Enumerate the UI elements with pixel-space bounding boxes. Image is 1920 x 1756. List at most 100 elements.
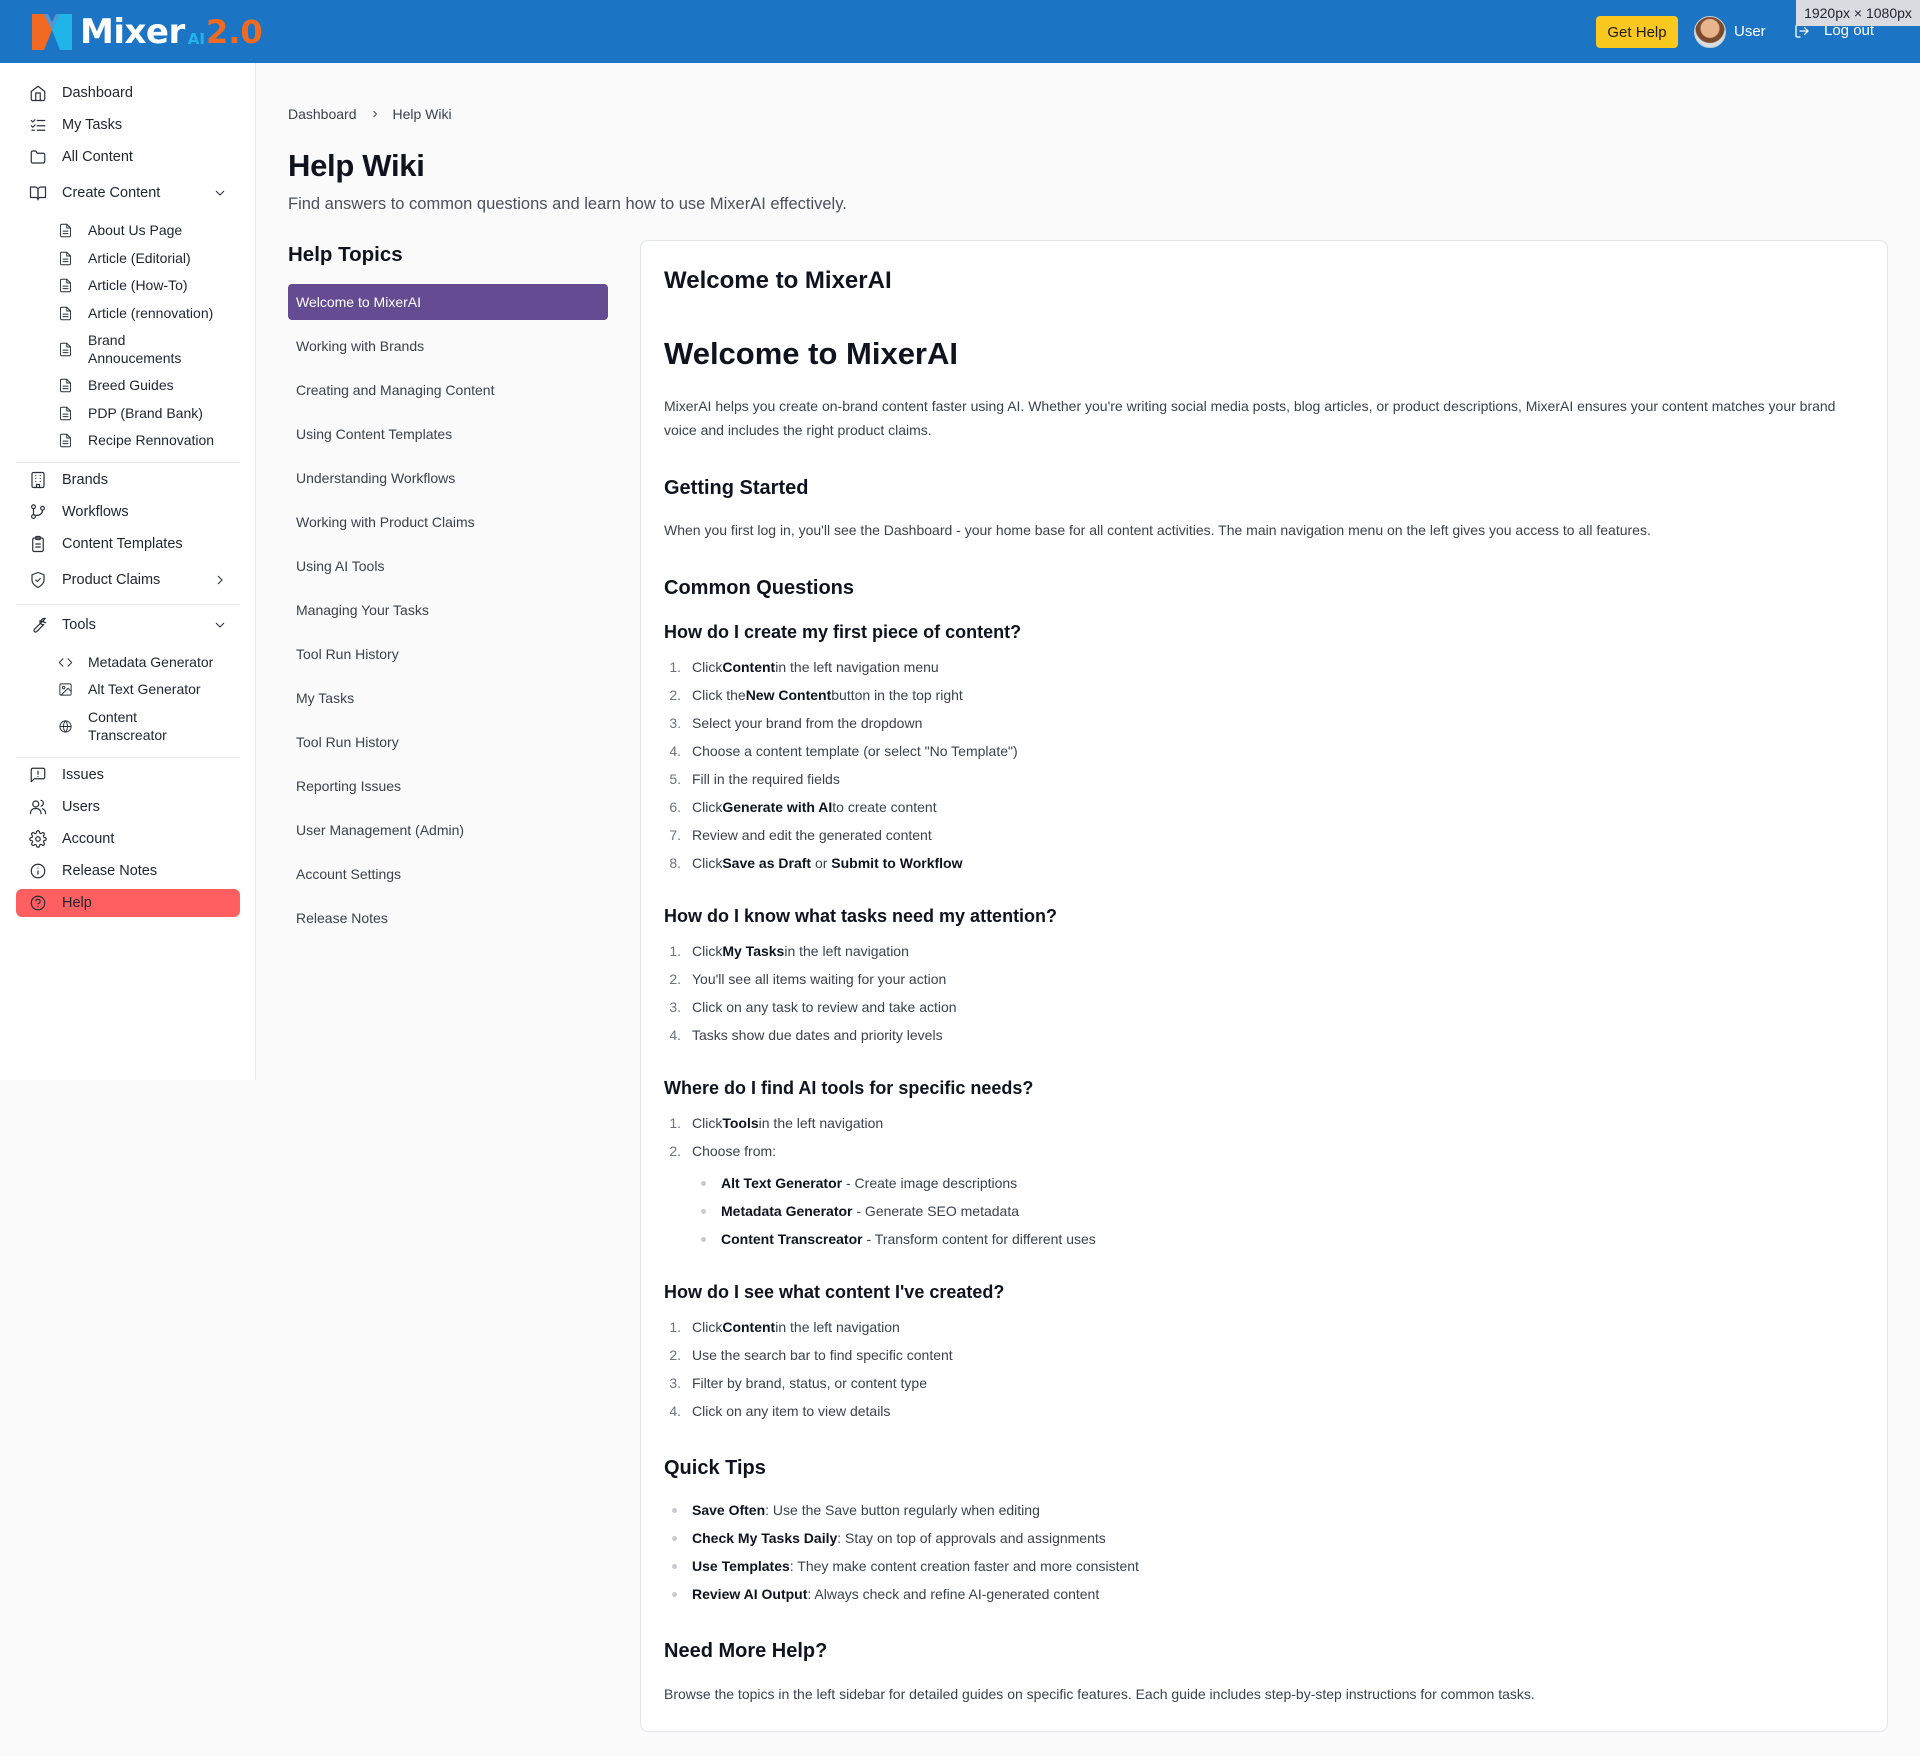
user-name[interactable]: User — [1734, 23, 1766, 40]
page-title: Help Wiki — [288, 148, 425, 183]
logo-text: Mixer — [80, 12, 185, 52]
file-text-icon — [60, 378, 71, 393]
create-content-item[interactable]: Brand Annoucements — [58, 332, 198, 367]
image-icon — [59, 683, 72, 696]
sidebar-item-label: Help — [62, 895, 92, 911]
sidebar-item-issues[interactable]: Issues — [16, 761, 240, 789]
breadcrumb: Dashboard Help Wiki — [288, 106, 452, 122]
create-content-item[interactable]: Article (rennovation) — [58, 305, 238, 323]
list-item: 4. Click on any item to view details — [669, 1403, 891, 1419]
sub-item-label: About Us Page — [88, 222, 183, 238]
more-help-heading: Need More Help? — [664, 1640, 828, 1662]
topic-item[interactable]: Understanding Workflows — [288, 460, 608, 496]
topic-item[interactable]: Using Content Templates — [288, 416, 608, 452]
help-topics-title: Help Topics — [288, 243, 403, 266]
sidebar-item-content-templates[interactable]: Content Templates — [16, 530, 240, 558]
sidebar-item-label: Content Templates — [62, 536, 183, 552]
sidebar-item-release-notes[interactable]: Release Notes — [16, 857, 240, 885]
tools-item-alt-text-generator[interactable]: Alt Text Generator — [58, 681, 238, 699]
building-icon — [31, 471, 45, 489]
list-item: 1. Click Content in the left navigation — [669, 1319, 900, 1335]
list-item: 4. Tasks show due dates and priority leve… — [669, 1027, 943, 1043]
topic-item[interactable]: Managing Your Tasks — [288, 592, 608, 628]
sidebar-item-workflows[interactable]: Workflows — [16, 498, 240, 526]
message-alert-icon — [30, 767, 46, 783]
topic-item[interactable]: Creating and Managing Content — [288, 372, 608, 408]
sidebar-item-account[interactable]: Account — [16, 825, 240, 853]
list-item: Alt Text Generator - Create image descri… — [692, 1173, 1017, 1193]
topic-item[interactable]: Tool Run History — [288, 636, 608, 672]
topic-item[interactable]: User Management (Admin) — [288, 812, 608, 848]
topic-item[interactable]: Working with Product Claims — [288, 504, 608, 540]
sidebar-item-users[interactable]: Users — [16, 793, 240, 821]
list-item: 3. Filter by brand, status, or content ty… — [669, 1375, 928, 1391]
create-content-item[interactable]: Article (How-To) — [58, 277, 238, 295]
topic-item[interactable]: Using AI Tools — [288, 548, 608, 584]
create-content-item[interactable]: Breed Guides — [58, 377, 238, 395]
sidebar-item-label: Users — [62, 799, 100, 815]
app-logo[interactable]: Mixer AI 2.0 — [30, 10, 263, 54]
list-item: 2. Click the New Content button in the to… — [669, 687, 963, 703]
topic-item[interactable]: Tool Run History — [288, 724, 608, 760]
list-item: 3. Select your brand from the dropdown — [669, 715, 923, 731]
list-item: 7. Review and edit the generated content — [669, 827, 932, 843]
sidebar-divider — [16, 604, 240, 605]
sidebar-item-create-content[interactable]: Create Content — [16, 179, 240, 207]
breadcrumb-dashboard[interactable]: Dashboard — [288, 106, 357, 122]
topic-item[interactable]: Working with Brands — [288, 328, 608, 364]
list-item: 4. Choose a content template (or select "… — [669, 743, 1018, 759]
info-icon — [30, 863, 46, 879]
shield-check-icon — [31, 571, 45, 589]
git-branch-icon — [31, 504, 45, 519]
tools-item-metadata-generator[interactable]: Metadata Generator — [58, 654, 238, 672]
create-content-item[interactable]: About Us Page — [58, 222, 238, 240]
list-item: 2. Use the search bar to find specific co… — [669, 1347, 953, 1363]
create-content-item[interactable]: Recipe Rennovation — [58, 432, 238, 450]
sidebar-item-dashboard[interactable]: Dashboard — [16, 79, 240, 107]
chevron-down-icon — [215, 190, 225, 196]
topic-item[interactable]: Reporting Issues — [288, 768, 608, 804]
list-item: Save Often: Use the Save button regularl… — [664, 1500, 1040, 1520]
list-item: 1. Click Tools in the left navigation — [669, 1115, 884, 1131]
sidebar-item-label: Release Notes — [62, 863, 158, 879]
question-heading: How do I know what tasks need my attenti… — [664, 906, 1058, 926]
file-text-icon — [60, 278, 71, 293]
list-item: 1. Click Content in the left navigation m… — [669, 659, 939, 675]
book-open-icon — [29, 186, 47, 201]
sub-item-label: Brand Annoucements — [88, 332, 182, 366]
chevron-right-icon — [372, 110, 377, 118]
list-item: 5. Fill in the required fields — [669, 771, 840, 787]
sidebar-item-all-content[interactable]: All Content — [16, 143, 240, 171]
topic-item[interactable]: Account Settings — [288, 856, 608, 892]
create-content-item[interactable]: PDP (Brand Bank) — [58, 405, 238, 423]
quick-tips-heading: Quick Tips — [664, 1457, 766, 1479]
users-icon — [29, 799, 47, 815]
sidebar: Dashboard My Tasks All Content Create Co… — [0, 63, 256, 1080]
list-item: Content Transcreator - Transform content… — [692, 1229, 1096, 1249]
chevron-right-icon — [217, 575, 223, 585]
sidebar-item-label: All Content — [62, 149, 133, 165]
sidebar-item-help[interactable]: Help — [16, 889, 240, 917]
page-subtitle: Find answers to common questions and lea… — [288, 195, 847, 213]
sidebar-item-tools[interactable]: Tools — [16, 611, 240, 639]
file-text-icon — [60, 433, 71, 448]
sidebar-item-brands[interactable]: Brands — [16, 466, 240, 494]
create-content-item[interactable]: Article (Editorial) — [58, 250, 238, 268]
home-icon — [30, 85, 46, 102]
topic-item[interactable]: My Tasks — [288, 680, 608, 716]
sidebar-item-label: Account — [62, 831, 115, 847]
sidebar-item-label: My Tasks — [62, 117, 123, 133]
sidebar-item-my-tasks[interactable]: My Tasks — [16, 111, 240, 139]
sub-item-label: Alt Text Generator — [88, 681, 201, 697]
sidebar-item-product-claims[interactable]: Product Claims — [16, 566, 240, 594]
get-help-button[interactable]: Get Help — [1596, 16, 1678, 48]
help-circle-icon — [30, 895, 46, 911]
sub-item-label: Article (How-To) — [88, 277, 188, 293]
topic-item[interactable]: Welcome to MixerAI — [288, 284, 608, 320]
tools-item-content-transcreator[interactable]: Content Transcreator — [58, 709, 198, 744]
avatar[interactable] — [1694, 16, 1726, 48]
topic-item[interactable]: Release Notes — [288, 900, 608, 936]
sub-item-label: Article (rennovation) — [88, 305, 214, 321]
common-questions-heading: Common Questions — [664, 577, 855, 599]
list-checks-icon — [30, 119, 46, 131]
